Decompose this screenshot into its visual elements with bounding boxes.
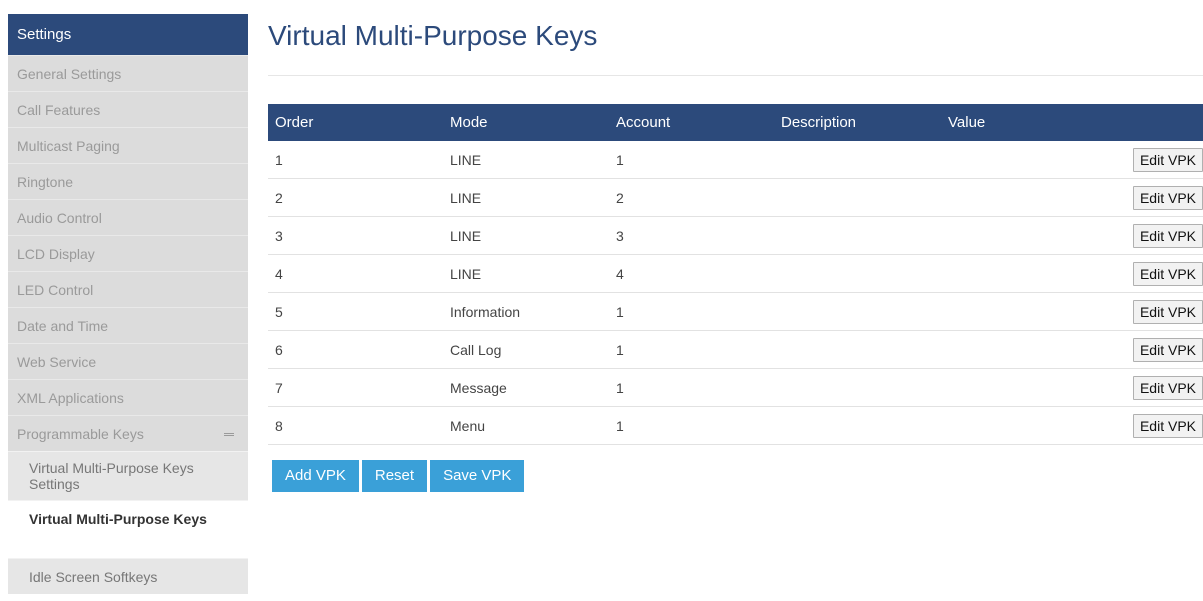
cell-order: 4: [268, 254, 450, 293]
sidebar-item-general-settings[interactable]: General Settings: [8, 55, 248, 91]
sidebar-item-xml-applications[interactable]: XML Applications: [8, 379, 248, 415]
sidebar: Settings General Settings Call Features …: [8, 14, 248, 594]
edit-vpk-button[interactable]: Edit VPK: [1132, 147, 1203, 172]
cell-account: 1: [616, 406, 781, 445]
cell-action: Edit VPK: [1036, 406, 1203, 445]
cell-action: Edit VPK: [1036, 292, 1203, 331]
cell-value: [948, 178, 1037, 217]
action-bar: Add VPK Reset Save VPK: [272, 460, 525, 492]
cell-order: 8: [268, 406, 450, 445]
cell-description: [781, 216, 948, 255]
cell-account: 1: [616, 141, 781, 179]
edit-vpk-button[interactable]: Edit VPK: [1132, 299, 1203, 324]
sidebar-item-call-features[interactable]: Call Features: [8, 91, 248, 127]
cell-description: [781, 406, 948, 445]
cell-description: [781, 178, 948, 217]
table-row: 1 LINE 1 Edit VPK: [268, 141, 1203, 179]
cell-value: [948, 368, 1037, 407]
cell-action: Edit VPK: [1036, 368, 1203, 407]
cell-mode: LINE: [450, 216, 616, 255]
sidebar-header-settings[interactable]: Settings: [8, 14, 248, 55]
title-divider: [268, 75, 1203, 76]
cell-description: [781, 330, 948, 369]
sidebar-item-lcd-display[interactable]: LCD Display: [8, 235, 248, 271]
reset-button[interactable]: Reset: [361, 460, 428, 492]
cell-action: Edit VPK: [1036, 178, 1203, 217]
cell-mode: Menu: [450, 406, 616, 445]
cell-value: [948, 292, 1037, 331]
cell-action: Edit VPK: [1036, 216, 1203, 255]
edit-vpk-button[interactable]: Edit VPK: [1132, 261, 1203, 286]
table-row: 4 LINE 4 Edit VPK: [268, 254, 1203, 293]
table-row: 6 Call Log 1 Edit VPK: [268, 330, 1203, 369]
sidebar-subitem-vpk-settings[interactable]: Virtual Multi-Purpose Keys Settings: [8, 451, 248, 500]
sidebar-item-web-service[interactable]: Web Service: [8, 343, 248, 379]
cell-action: Edit VPK: [1036, 254, 1203, 293]
cell-order: 7: [268, 368, 450, 407]
sidebar-item-label: Programmable Keys: [17, 426, 144, 442]
cell-value: [948, 406, 1037, 445]
column-header-action: [1037, 104, 1203, 141]
vpk-table: Order Mode Account Description Value 1 L…: [268, 104, 1203, 445]
cell-action: Edit VPK: [1036, 141, 1203, 179]
add-vpk-button[interactable]: Add VPK: [272, 460, 359, 492]
table-row: 3 LINE 3 Edit VPK: [268, 216, 1203, 255]
cell-description: [781, 141, 948, 179]
sidebar-item-led-control[interactable]: LED Control: [8, 271, 248, 307]
cell-value: [948, 141, 1037, 179]
cell-order: 2: [268, 178, 450, 217]
column-header-account: Account: [616, 114, 671, 131]
sidebar-item-multicast-paging[interactable]: Multicast Paging: [8, 127, 248, 163]
edit-vpk-button[interactable]: Edit VPK: [1132, 223, 1203, 248]
sidebar-item-ringtone[interactable]: Ringtone: [8, 163, 248, 199]
cell-account: 3: [616, 216, 781, 255]
cell-account: 4: [616, 254, 781, 293]
sidebar-item-programmable-keys[interactable]: Programmable Keys: [8, 415, 248, 451]
cell-mode: LINE: [450, 254, 616, 293]
cell-order: 3: [268, 216, 450, 255]
collapse-icon[interactable]: [224, 433, 234, 436]
edit-vpk-button[interactable]: Edit VPK: [1132, 185, 1203, 210]
page-title: Virtual Multi-Purpose Keys: [268, 20, 598, 51]
cell-account: 1: [616, 292, 781, 331]
cell-description: [781, 292, 948, 331]
cell-account: 1: [616, 368, 781, 407]
sidebar-subitem-vpk-active[interactable]: Virtual Multi-Purpose Keys: [8, 500, 248, 558]
sidebar-item-audio-control[interactable]: Audio Control: [8, 199, 248, 235]
sidebar-subitem-idle-screen-softkeys[interactable]: Idle Screen Softkeys: [8, 558, 248, 594]
table-row: 7 Message 1 Edit VPK: [268, 368, 1203, 407]
table-row: 8 Menu 1 Edit VPK: [268, 406, 1203, 445]
edit-vpk-button[interactable]: Edit VPK: [1132, 375, 1203, 400]
cell-mode: LINE: [450, 178, 616, 217]
cell-order: 1: [268, 141, 450, 179]
cell-order: 6: [268, 330, 450, 369]
cell-account: 1: [616, 330, 781, 369]
column-header-value: Value: [948, 114, 986, 131]
save-vpk-button[interactable]: Save VPK: [430, 460, 525, 492]
table-row: 2 LINE 2 Edit VPK: [268, 178, 1203, 217]
table-row: 5 Information 1 Edit VPK: [268, 292, 1203, 331]
edit-vpk-button[interactable]: Edit VPK: [1132, 413, 1203, 438]
cell-mode: Information: [450, 292, 616, 331]
cell-value: [948, 254, 1037, 293]
column-header-mode: Mode: [450, 114, 488, 131]
cell-mode: Call Log: [450, 330, 616, 369]
cell-mode: Message: [450, 368, 616, 407]
cell-order: 5: [268, 292, 450, 331]
sidebar-item-date-and-time[interactable]: Date and Time: [8, 307, 248, 343]
table-header-row: Order Mode Account Description Value: [268, 104, 1203, 141]
column-header-description: Description: [781, 114, 857, 131]
cell-description: [781, 254, 948, 293]
column-header-order: Order: [275, 114, 314, 131]
cell-account: 2: [616, 178, 781, 217]
cell-value: [948, 330, 1037, 369]
cell-action: Edit VPK: [1036, 330, 1203, 369]
edit-vpk-button[interactable]: Edit VPK: [1132, 337, 1203, 362]
cell-value: [948, 216, 1037, 255]
cell-description: [781, 368, 948, 407]
cell-mode: LINE: [450, 141, 616, 179]
